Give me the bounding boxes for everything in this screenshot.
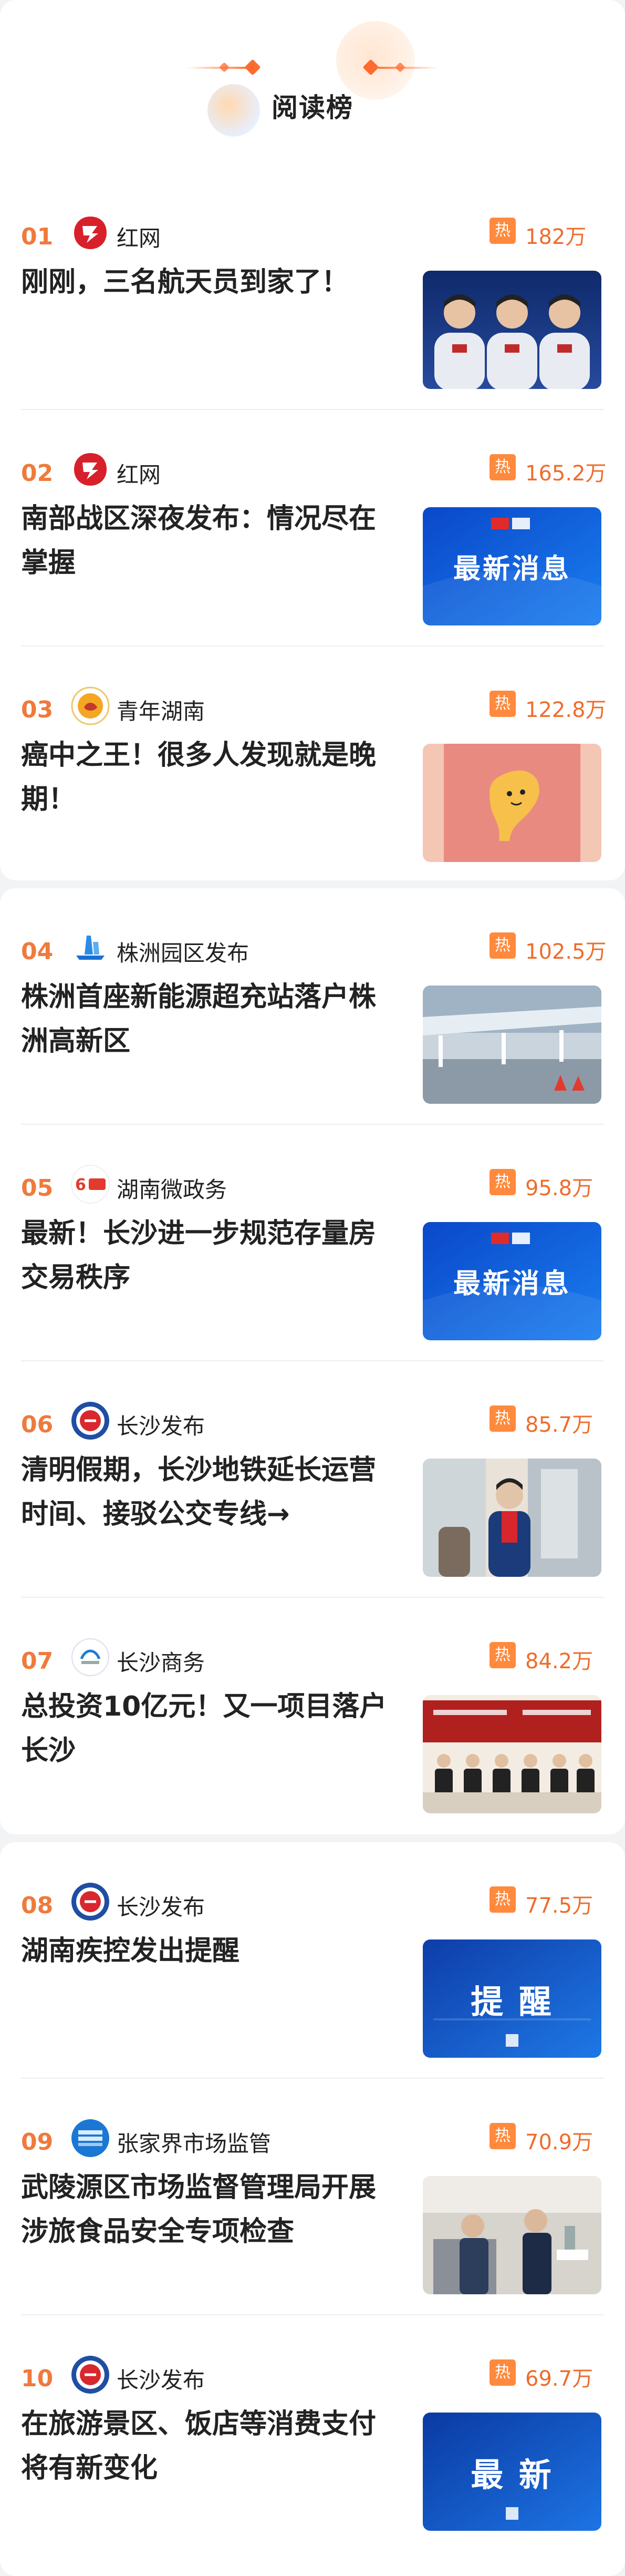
hot-badge: 热 <box>489 1642 516 1668</box>
decor-line <box>378 67 439 69</box>
headline-link[interactable]: 湖南疾控发出提醒 <box>21 1929 389 1973</box>
thumbnail-image[interactable] <box>423 986 601 1104</box>
thumbnail-image[interactable]: 最新消息 <box>423 1222 601 1340</box>
headline-link[interactable]: 清明假期，长沙地铁延长运营时间、接驳公交专线→ <box>21 1448 389 1536</box>
hot-badge: 热 <box>489 691 516 717</box>
weizhengwu-logo: 6 <box>71 1165 110 1204</box>
source-name[interactable]: 红网 <box>117 457 161 489</box>
thumbnail-image[interactable]: 最新消息 <box>423 507 601 625</box>
rank-number: 06 <box>21 1411 54 1438</box>
zhangjiajie-logo <box>71 2119 110 2158</box>
headline-link[interactable]: 株洲首座新能源超充站落户株洲高新区 <box>21 975 389 1063</box>
headline-link[interactable]: 刚刚，三名航天员到家了！ <box>21 260 389 304</box>
thumbnail-image[interactable] <box>423 744 601 862</box>
source-name[interactable]: 张家界市场监管 <box>117 2126 271 2158</box>
hot-badge: 热 <box>489 1405 516 1432</box>
thumbnail-image[interactable] <box>423 1695 601 1813</box>
changsha-logo <box>71 2355 110 2394</box>
hot-badge: 热 <box>489 218 516 244</box>
read-count: 182万 <box>525 225 587 249</box>
changsha-logo <box>71 1882 110 1921</box>
rank-number: 04 <box>21 938 54 965</box>
page-title: 阅读榜 <box>272 93 353 123</box>
ranking-item[interactable]: 01 红网 热 182万刚刚，三名航天员到家了！ <box>0 173 625 410</box>
source-name[interactable]: 红网 <box>117 221 161 253</box>
source-name[interactable]: 长沙发布 <box>117 1890 205 1922</box>
hongwang-logo <box>71 213 110 252</box>
ranking-item[interactable]: 08 长沙发布 热 77.5万湖南疾控发出提醒提 醒 <box>0 1842 625 2079</box>
read-count: 95.8万 <box>525 1176 593 1200</box>
changsha-commerce-logo <box>71 1638 110 1677</box>
headline-link[interactable]: 最新！长沙进一步规范存量房交易秩序 <box>21 1212 389 1300</box>
rank-number: 05 <box>21 1175 54 1202</box>
read-count: 69.7万 <box>525 2367 593 2391</box>
zhuzhou-logo <box>71 928 110 967</box>
hot-badge: 热 <box>489 2123 516 2149</box>
source-name[interactable]: 长沙发布 <box>117 1409 205 1441</box>
qingnian-logo <box>71 686 110 725</box>
hot-badge: 热 <box>489 932 516 959</box>
rank-number: 02 <box>21 460 54 487</box>
source-name[interactable]: 湖南微政务 <box>117 1172 227 1204</box>
thumbnail-image[interactable] <box>423 2176 601 2294</box>
thumbnail-image[interactable]: 提 醒 <box>423 1939 601 2058</box>
thumbnail-caption: 提 醒 <box>471 1982 554 2021</box>
hot-badge: 热 <box>489 454 516 480</box>
read-count: 102.5万 <box>525 940 607 964</box>
thumbnail-image[interactable] <box>423 271 601 389</box>
rank-number: 01 <box>21 223 54 250</box>
ranking-item[interactable]: 07 长沙商务 热 84.2万总投资10亿元！又一项目落户长沙 <box>0 1598 625 1834</box>
source-name[interactable]: 株洲园区发布 <box>117 936 249 968</box>
ranking-item[interactable]: 10 长沙发布 热 69.7万在旅游景区、饭店等消费支付将有新变化最 新 <box>0 2315 625 2552</box>
ranking-header: 阅读榜 <box>0 0 625 173</box>
ranking-item[interactable]: 03 青年湖南 热 122.8万癌中之王！很多人发现就是晚期！ <box>0 646 625 883</box>
thumbnail-image[interactable]: 最 新 <box>423 2413 601 2531</box>
ranking-item[interactable]: 06 长沙发布 热 85.7万清明假期，长沙地铁延长运营时间、接驳公交专线→ <box>0 1361 625 1598</box>
read-count: 85.7万 <box>525 1413 593 1437</box>
read-count: 165.2万 <box>525 461 607 486</box>
read-count: 122.8万 <box>525 698 607 722</box>
reading-ranking-page: 阅读榜 01 红网热 182万 刚刚，三名航天员到家了！ 02 红网热 165.2万 南部战区… <box>0 0 625 2576</box>
ranking-item[interactable]: 09 张家界市场监管 热 70.9万武陵源区市场监督管理局开展涉旅食品安全专项检查 <box>0 2079 625 2315</box>
ranking-item[interactable]: 04 株洲园区发布 热 102.5万株洲首座新能源超充站落户株洲高新区 <box>0 888 625 1125</box>
headline-link[interactable]: 南部战区深夜发布：情况尽在掌握 <box>21 497 389 585</box>
headline-link[interactable]: 武陵源区市场监督管理局开展涉旅食品安全专项检查 <box>21 2166 389 2254</box>
rank-number: 08 <box>21 1892 54 1919</box>
thumbnail-caption: 最 新 <box>471 2455 554 2494</box>
ranking-item[interactable]: 05 6 湖南微政务 热 95.8万最新！长沙进一步规范存量房交易秩序最新消息 <box>0 1125 625 1361</box>
headline-link[interactable]: 癌中之王！很多人发现就是晚期！ <box>21 733 389 822</box>
read-count: 70.9万 <box>525 2130 593 2154</box>
hot-badge: 热 <box>489 1886 516 1913</box>
hot-badge: 热 <box>489 2359 516 2386</box>
hot-badge: 热 <box>489 1169 516 1195</box>
thumbnail-caption: 最新消息 <box>453 553 571 585</box>
headline-link[interactable]: 在旅游景区、饭店等消费支付将有新变化 <box>21 2402 389 2490</box>
changsha-logo <box>71 1401 110 1440</box>
source-name[interactable]: 长沙发布 <box>117 2363 205 2395</box>
ranking-item[interactable]: 02 红网 热 165.2万南部战区深夜发布：情况尽在掌握最新消息 <box>0 410 625 646</box>
source-name[interactable]: 青年湖南 <box>117 694 205 726</box>
rank-number: 10 <box>21 2365 54 2392</box>
rank-number: 07 <box>21 1648 54 1675</box>
decor-line <box>186 67 247 69</box>
rank-number: 09 <box>21 2129 54 2156</box>
headline-link[interactable]: 总投资10亿元！又一项目落户长沙 <box>21 1685 389 1773</box>
decor-diamond <box>244 59 261 76</box>
svg-text:6: 6 <box>75 1176 86 1194</box>
thumbnail-image[interactable] <box>423 1459 601 1577</box>
decor-diamond <box>219 62 230 73</box>
source-name[interactable]: 长沙商务 <box>117 1645 205 1677</box>
read-count: 84.2万 <box>525 1649 593 1674</box>
hongwang-logo <box>71 450 110 489</box>
thumbnail-caption: 最新消息 <box>453 1268 571 1300</box>
rank-number: 03 <box>21 696 54 723</box>
read-count: 77.5万 <box>525 1894 593 1918</box>
